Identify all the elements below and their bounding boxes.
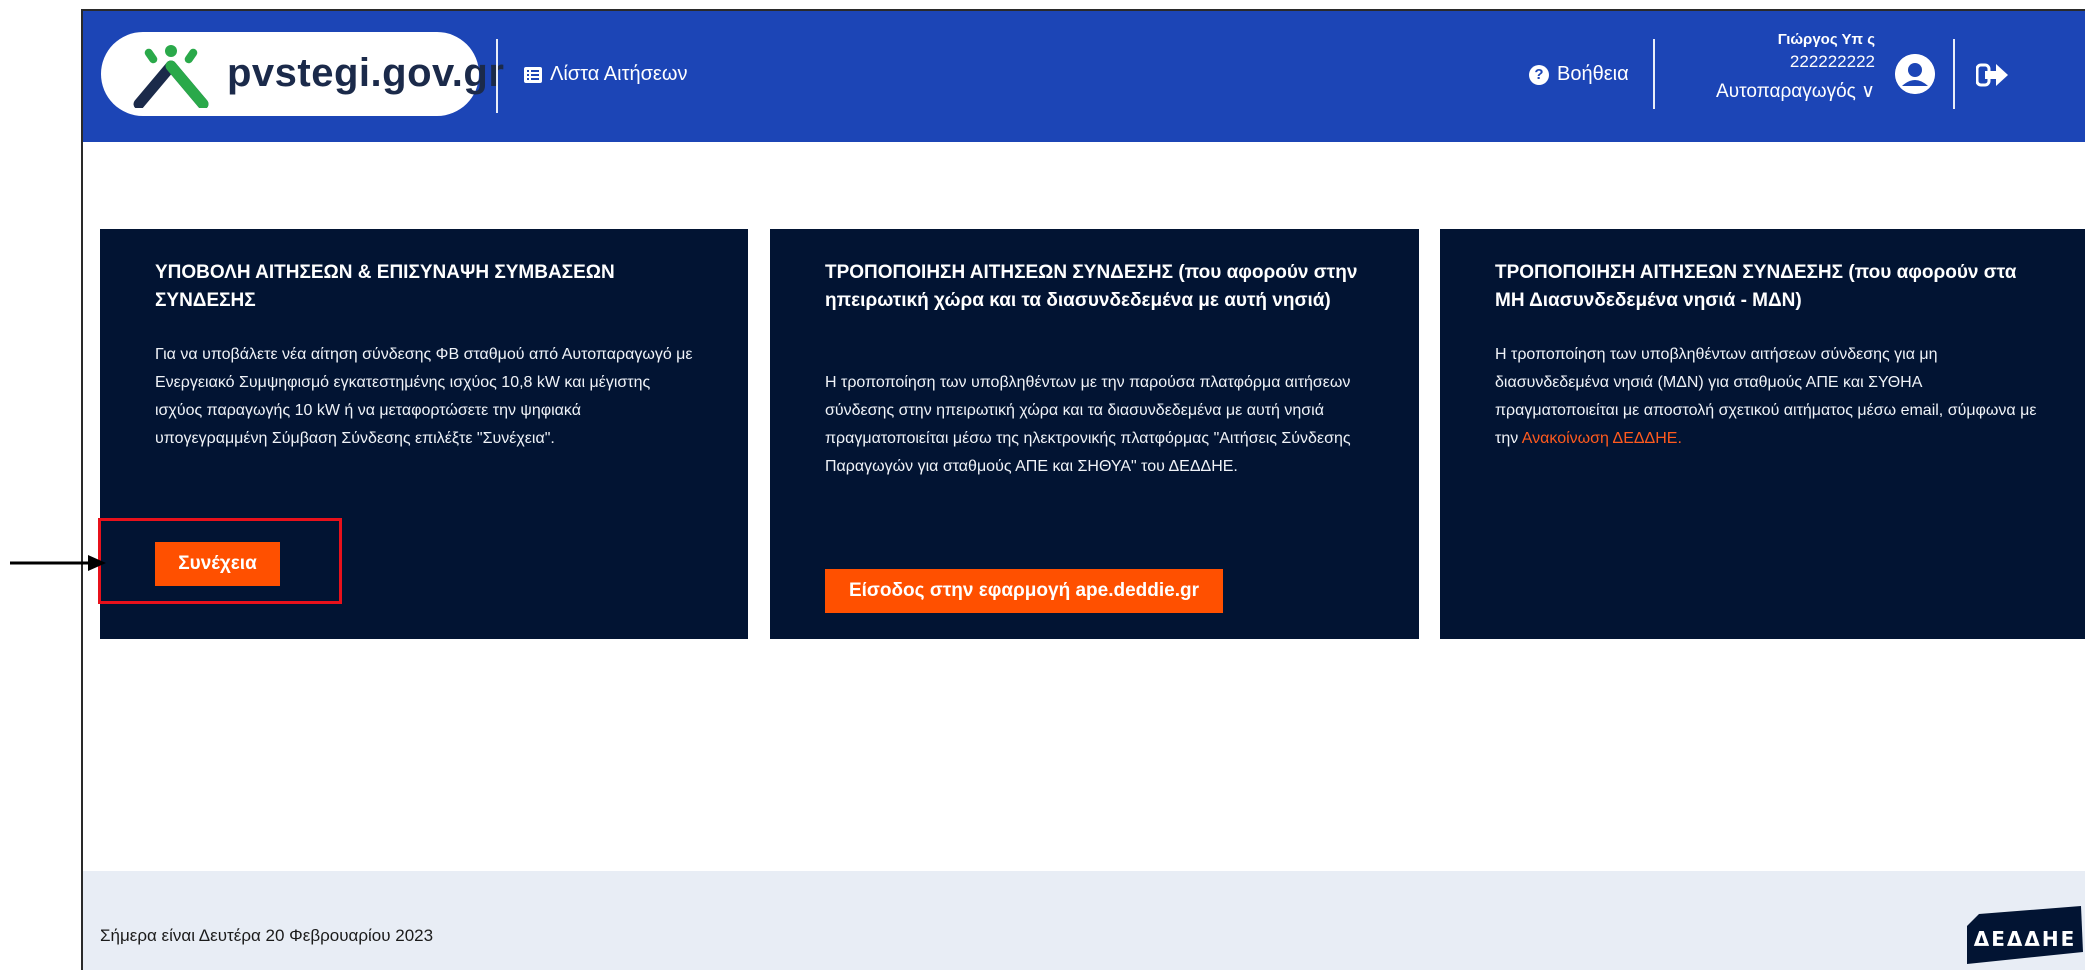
- list-icon: [524, 66, 542, 83]
- top-header: pvstegi.gov.gr Λίστα Αιτήσεων ? Βοήθεια …: [83, 11, 2085, 142]
- header-divider: [1953, 39, 1955, 109]
- frame-left-border: [81, 9, 83, 970]
- user-afm: 222222222: [1789, 52, 1875, 71]
- help-icon: ?: [1529, 64, 1549, 85]
- logo-text: pvstegi.gov.gr: [227, 51, 505, 95]
- card-title: ΤΡΟΠΟΠΟΙΗΣΗ ΑΙΤΗΣΕΩΝ ΣΥΝΔΕΣΗΣ (που αφορο…: [825, 262, 1358, 311]
- footer-date: Σήμερα είναι Δευτέρα 20 Φεβρουαρίου 2023: [100, 926, 434, 945]
- card-body: Η τροποποίηση των υποβληθέντων αιτήσεων …: [1495, 341, 2045, 453]
- nav-applications-list[interactable]: Λίστα Αιτήσεων: [524, 63, 687, 86]
- logout-icon[interactable]: [1976, 61, 2010, 89]
- logo-mark-icon: [133, 45, 209, 108]
- user-role-dropdown[interactable]: Αυτοπαραγωγός ∨: [1655, 80, 1875, 103]
- deddie-logo-text: ΔΕΔΔΗΕ: [1974, 927, 2077, 951]
- card-body: Η τροποποίηση των υποβληθέντων με την πα…: [825, 374, 1351, 475]
- arrow-right-icon: [10, 555, 106, 571]
- ape-deddie-button[interactable]: Είσοδος στην εφαρμογή ape.deddie.gr: [825, 569, 1223, 613]
- header-divider: [496, 39, 498, 113]
- nav-applications-label: Λίστα Αιτήσεων: [550, 63, 688, 85]
- deddie-logo: ΔΕΔΔΗΕ: [1965, 904, 2085, 968]
- site-logo[interactable]: pvstegi.gov.gr: [101, 32, 504, 116]
- help-link[interactable]: ? Βοήθεια: [1529, 63, 1629, 86]
- card-title: ΥΠΟΒΟΛΗ ΑΙΤΗΣΕΩΝ & ΕΠΙΣΥΝΑΨΗ ΣΥΜΒΑΣΕΩΝ Σ…: [155, 262, 615, 311]
- user-name: Γιώργος Υπ ς: [1777, 31, 1875, 48]
- card-body: Για να υποβάλετε νέα αίτηση σύνδεσης ΦΒ …: [155, 346, 693, 447]
- user-menu[interactable]: Γιώργος Υπ ς 222222222 Αυτοπαραγωγός ∨: [1655, 31, 1875, 103]
- highlight-box: [98, 518, 342, 604]
- help-label: Βοήθεια: [1557, 63, 1629, 85]
- footer: Σήμερα είναι Δευτέρα 20 Φεβρουαρίου 2023…: [83, 871, 2085, 970]
- deddie-announcement-link[interactable]: Ανακοίνωση ΔΕΔΔΗΕ.: [1522, 430, 1682, 447]
- card-modify-islands: ΤΡΟΠΟΠΟΙΗΣΗ ΑΙΤΗΣΕΩΝ ΣΥΝΔΕΣΗΣ (που αφορο…: [1440, 229, 2085, 639]
- card-title: ΤΡΟΠΟΠΟΙΗΣΗ ΑΙΤΗΣΕΩΝ ΣΥΝΔΕΣΗΣ (που αφορο…: [1495, 262, 2017, 311]
- user-avatar-icon[interactable]: [1895, 54, 1935, 94]
- card-modify-mainland: ΤΡΟΠΟΠΟΙΗΣΗ ΑΙΤΗΣΕΩΝ ΣΥΝΔΕΣΗΣ (που αφορο…: [770, 229, 1419, 639]
